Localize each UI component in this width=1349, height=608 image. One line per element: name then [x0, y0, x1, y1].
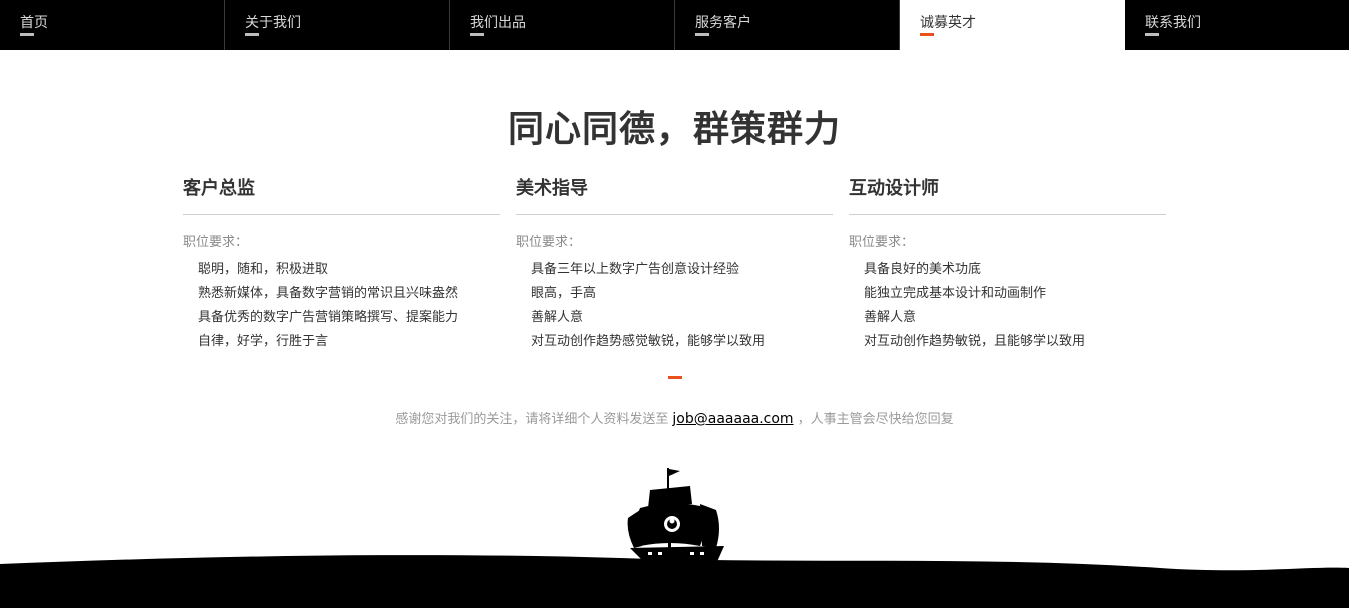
nav-item-about[interactable]: 关于我们 — [225, 0, 450, 50]
job-title: 客户总监 — [183, 178, 255, 199]
list-item: 能独立完成基本设计和动画制作 — [864, 286, 1047, 301]
nav-item-marker — [695, 33, 709, 36]
divider — [516, 214, 833, 215]
requirements-label: 职位要求： — [849, 235, 915, 250]
list-item: 聪明，随和，积极进取 — [198, 262, 329, 277]
nav-item-label: 我们出品 — [470, 15, 526, 31]
nav-item-marker — [470, 33, 484, 36]
email-link[interactable]: job@aaaaaa.com — [672, 411, 793, 427]
list-item: 具备优秀的数字广告营销策略撰写、提案能力 — [198, 310, 459, 325]
contact-note: 感谢您对我们的关注，请将详细个人资料发送至 job@aaaaaa.com ，人事主管… — [0, 408, 1349, 427]
nav-item-label: 服务客户 — [695, 15, 751, 31]
list-item: 善解人意 — [864, 310, 917, 325]
nav-item-clients[interactable]: 服务客户 — [675, 0, 900, 50]
nav-item-marker — [1145, 33, 1159, 36]
job-listings: 客户总监 职位要求： 聪明，随和，积极进取 熟悉新媒体，具备数字营销的常识且兴味… — [183, 176, 1166, 354]
nav-item-contact[interactable]: 联系我们 — [1125, 0, 1349, 50]
list-item: 对互动创作趋势敏锐，且能够学以致用 — [864, 334, 1086, 349]
nav-item-marker — [245, 33, 259, 36]
nav-item-home[interactable]: 首页 — [0, 0, 225, 50]
list-item: 自律，好学，行胜于言 — [198, 334, 329, 349]
nav-item-label: 诚募英才 — [920, 15, 976, 31]
job-title: 互动设计师 — [849, 178, 939, 199]
contact-text-after: ，人事主管会尽快给您回复 — [797, 412, 954, 427]
page-title: 同心同德，群策群力 — [507, 109, 841, 150]
requirements-label: 职位要求： — [516, 235, 582, 250]
nav-item-label: 关于我们 — [245, 15, 301, 31]
list-item: 具备良好的美术功底 — [864, 262, 982, 277]
requirements-list: 聪明，随和，积极进取 熟悉新媒体，具备数字营销的常识且兴味盎然 具备优秀的数字广… — [183, 258, 500, 354]
requirements-label: 职位要求： — [183, 235, 249, 250]
job-card: 美术指导 职位要求： 具备三年以上数字广告创意设计经验 眼高，手高 善解人意 对… — [516, 176, 833, 354]
job-card: 客户总监 职位要求： 聪明，随和，积极进取 熟悉新媒体，具备数字营销的常识且兴味… — [183, 176, 500, 354]
footer-scene — [0, 468, 1349, 608]
nav-item-careers[interactable]: 诚募英才 — [900, 0, 1125, 50]
list-item: 对互动创作趋势感觉敏锐，能够学以致用 — [531, 334, 766, 349]
requirements-list: 具备良好的美术功底 能独立完成基本设计和动画制作 善解人意 对互动创作趋势敏锐，… — [849, 258, 1166, 354]
divider — [183, 214, 500, 215]
nav-item-label: 首页 — [20, 15, 48, 31]
list-item: 善解人意 — [531, 310, 584, 325]
list-item: 具备三年以上数字广告创意设计经验 — [531, 262, 740, 277]
list-item: 眼高，手高 — [531, 286, 597, 301]
list-item: 熟悉新媒体，具备数字营销的常识且兴味盎然 — [198, 286, 459, 301]
nav-item-works[interactable]: 我们出品 — [450, 0, 675, 50]
nav-item-marker — [20, 33, 34, 36]
requirements-list: 具备三年以上数字广告创意设计经验 眼高，手高 善解人意 对互动创作趋势感觉敏锐，… — [516, 258, 833, 354]
job-title: 美术指导 — [516, 178, 588, 199]
nav-item-label: 联系我们 — [1145, 15, 1201, 31]
contact-text-before: 感谢您对我们的关注，请将详细个人资料发送至 — [395, 412, 669, 427]
top-nav: 首页 关于我们 我们出品 服务客户 诚募英才 联系我们 — [0, 0, 1349, 50]
accent-bar — [668, 376, 682, 379]
nav-item-marker — [920, 33, 934, 36]
divider — [849, 214, 1166, 215]
job-card: 互动设计师 职位要求： 具备良好的美术功底 能独立完成基本设计和动画制作 善解人… — [849, 176, 1166, 354]
